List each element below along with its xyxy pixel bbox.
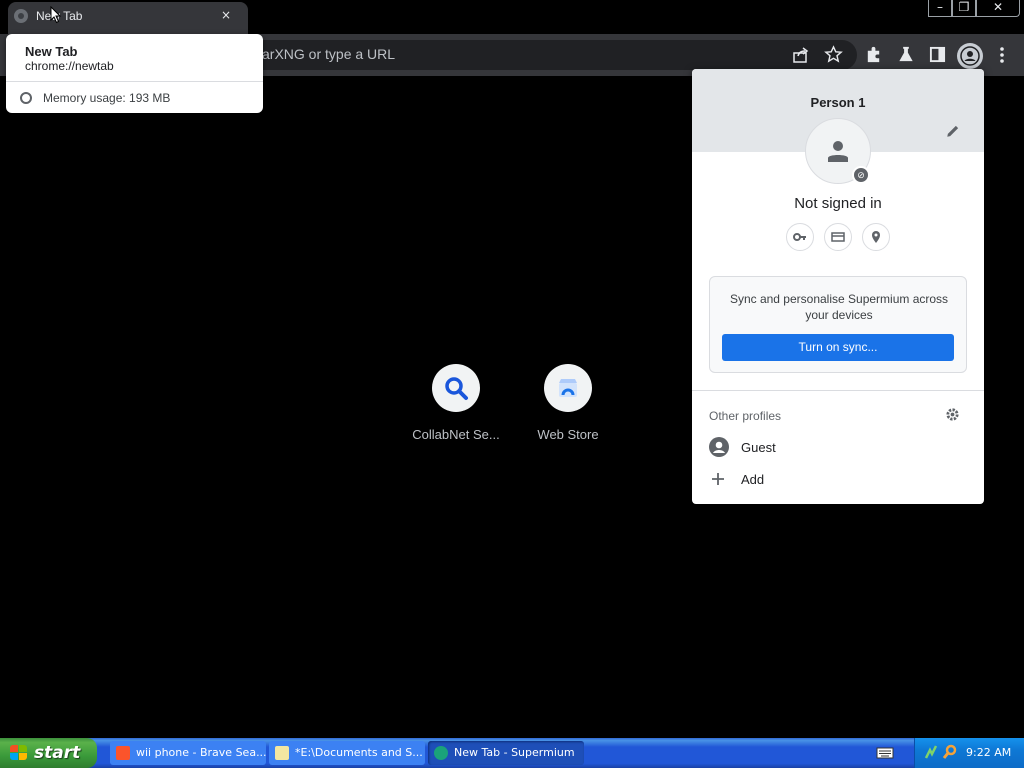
- maximize-button[interactable]: ❐: [952, 0, 976, 17]
- brave-app-icon: [116, 746, 130, 760]
- supermium-app-icon: [434, 746, 448, 760]
- taskbar-item-brave[interactable]: wii phone - Brave Sea...: [110, 741, 266, 765]
- menu-icon[interactable]: [995, 45, 1009, 65]
- tab-favicon-icon: [14, 9, 28, 23]
- address-pin-icon: [872, 231, 880, 243]
- tab-close-icon[interactable]: ×: [218, 7, 234, 23]
- extensions-icon[interactable]: [864, 45, 883, 64]
- payment-card-icon: [831, 232, 845, 242]
- person-avatar-icon: [828, 141, 848, 162]
- minimize-button[interactable]: –: [928, 0, 952, 17]
- mouse-cursor-icon: [50, 6, 62, 24]
- start-label: start: [34, 743, 81, 763]
- taskbar-item-supermium[interactable]: New Tab - Supermium: [428, 741, 584, 765]
- edit-pencil-icon[interactable]: [945, 123, 961, 139]
- notepad-app-icon: [275, 746, 289, 760]
- clock: 9:22 AM: [966, 746, 1012, 759]
- other-profiles-heading: Other profiles: [709, 409, 782, 423]
- passwords-button[interactable]: [786, 223, 814, 251]
- keyboard-icon[interactable]: [876, 746, 894, 760]
- network-icon[interactable]: [924, 744, 938, 760]
- sync-off-badge-icon: ⊘: [852, 166, 870, 184]
- sync-promo-text: Sync and personalise Supermium across yo…: [729, 292, 949, 322]
- windows-flag-icon: [10, 745, 27, 761]
- close-window-button[interactable]: ✕: [976, 0, 1020, 17]
- profile-menu: Person 1 ⊘ Not signed in Sync and person…: [692, 69, 984, 504]
- taskbar-item-label: *E:\Documents and S...: [295, 746, 423, 759]
- shortcut-label-web-store[interactable]: Web Store: [513, 427, 623, 442]
- taskbar-item-label: wii phone - Brave Sea...: [136, 746, 266, 759]
- hover-card-url: chrome://newtab: [25, 59, 114, 73]
- manage-profiles-gear-icon[interactable]: [945, 407, 960, 422]
- addresses-button[interactable]: [862, 223, 890, 251]
- hover-card-title: New Tab: [25, 44, 78, 59]
- search-magnifier-icon: [445, 377, 468, 400]
- taskbar-item-documents[interactable]: *E:\Documents and S...: [269, 741, 425, 765]
- memory-usage: Memory usage: 193 MB: [43, 91, 171, 105]
- memory-gauge-icon: [20, 92, 32, 104]
- shortcut-label-collabnet[interactable]: CollabNet Se...: [401, 427, 511, 442]
- side-panel-icon[interactable]: [929, 46, 946, 63]
- profile-divider: [692, 390, 984, 391]
- bookmark-star-icon[interactable]: [824, 45, 843, 64]
- profile-name: Person 1: [810, 95, 866, 110]
- sync-promo: Sync and personalise Supermium across yo…: [709, 276, 967, 373]
- labs-flask-icon[interactable]: [897, 45, 915, 64]
- profile-icon: [960, 46, 980, 66]
- search-tray-icon[interactable]: [942, 744, 958, 760]
- password-key-icon: [793, 233, 806, 241]
- guest-icon: [709, 437, 729, 457]
- add-profile-item[interactable]: Add: [741, 472, 764, 487]
- address-bar-placeholder: arXNG or type a URL: [262, 46, 396, 62]
- payment-methods-button[interactable]: [824, 223, 852, 251]
- add-icon: [712, 473, 724, 485]
- tab-hover-card: New Tab chrome://newtab Memory usage: 19…: [6, 34, 263, 113]
- taskbar-item-label: New Tab - Supermium: [454, 746, 575, 759]
- hover-card-divider: [6, 81, 263, 82]
- share-icon[interactable]: [792, 46, 810, 64]
- turn-on-sync-button[interactable]: Turn on sync...: [722, 334, 954, 361]
- guest-profile-item[interactable]: Guest: [741, 440, 776, 455]
- web-store-icon: [559, 379, 577, 397]
- sign-in-status: Not signed in: [794, 195, 882, 212]
